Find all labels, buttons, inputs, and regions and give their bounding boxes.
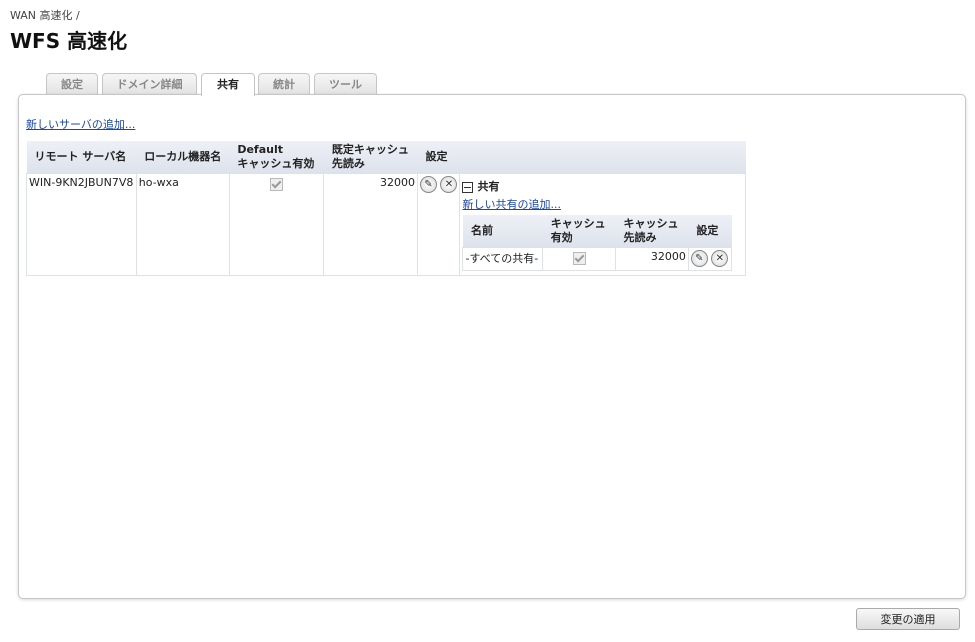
shares-table: 名前 キャッシュ 有効 キャッシュ 先読み 設定 -すべての共有- 32000 … xyxy=(462,215,733,271)
share-settings-cell: ✎ ✕ xyxy=(687,247,733,271)
col-default-cache-line1: Default xyxy=(237,143,284,156)
share-col-cache: キャッシュ 有効 xyxy=(542,215,616,248)
delete-icon[interactable]: ✕ xyxy=(711,250,729,267)
add-server-link[interactable]: 新しいサーバの追加... xyxy=(26,116,135,132)
shares-cell: 共有 新しい共有の追加... 名前 キャッシュ 有効 キャッシュ 先読み 設定 … xyxy=(459,173,746,276)
table-row: WIN-9KN2JBUN7V8 ho-wxa 32000 ✎ ✕ 共有 新しい共… xyxy=(26,173,746,276)
apply-changes-button[interactable]: 変更の適用 xyxy=(856,608,960,630)
breadcrumb: WAN 高速化 / xyxy=(10,9,80,22)
remote-server-cell: WIN-9KN2JBUN7V8 xyxy=(26,173,137,276)
col-shares xyxy=(459,141,746,174)
tab-statistics[interactable]: 統計 xyxy=(258,73,310,95)
share-col-cache-line1: キャッシュ xyxy=(550,217,606,230)
edit-icon[interactable]: ✎ xyxy=(419,176,437,193)
share-col-prefetch-line1: キャッシュ xyxy=(623,217,679,230)
share-col-cache-line2: 有効 xyxy=(550,231,573,244)
settings-cell: ✎ ✕ xyxy=(416,173,461,276)
collapse-icon[interactable] xyxy=(462,181,474,193)
share-name-cell: -すべての共有- xyxy=(462,247,544,271)
default-cache-cell xyxy=(228,173,325,276)
share-col-name: 名前 xyxy=(462,215,543,248)
col-prefetch: 既定キャッシュ 先読み xyxy=(323,141,418,174)
shares-header-row: 名前 キャッシュ 有効 キャッシュ 先読み 設定 xyxy=(462,215,732,248)
col-default-cache-line2: キャッシュ有効 xyxy=(237,157,315,170)
col-local-device: ローカル機器名 xyxy=(136,141,230,174)
share-col-prefetch: キャッシュ 先読み xyxy=(615,215,689,248)
tab-settings[interactable]: 設定 xyxy=(46,73,98,95)
share-prefetch-cell: 32000 xyxy=(615,247,689,271)
server-table: リモート サーバ名 ローカル機器名 Default キャッシュ有効 既定キャッシ… xyxy=(26,141,746,276)
add-share-link[interactable]: 新しい共有の追加... xyxy=(462,196,743,212)
col-prefetch-line1: 既定キャッシュ xyxy=(331,143,409,156)
cache-enabled-checkbox[interactable] xyxy=(270,178,284,191)
prefetch-cell: 32000 xyxy=(323,173,418,276)
table-header-row: リモート サーバ名 ローカル機器名 Default キャッシュ有効 既定キャッシ… xyxy=(26,141,746,174)
tab-tools[interactable]: ツール xyxy=(314,73,377,95)
delete-icon[interactable]: ✕ xyxy=(440,176,458,193)
content-panel: 新しいサーバの追加... リモート サーバ名 ローカル機器名 Default キ… xyxy=(18,94,966,599)
shares-title: 共有 xyxy=(477,180,500,193)
page-title: WFS 高速化 xyxy=(10,29,128,53)
shares-header: 共有 xyxy=(462,178,743,194)
share-col-prefetch-line2: 先読み xyxy=(623,231,657,244)
col-prefetch-line2: 先読み xyxy=(331,157,365,170)
col-remote-server: リモート サーバ名 xyxy=(26,141,137,174)
tab-shares[interactable]: 共有 xyxy=(201,73,255,96)
share-cache-cell xyxy=(542,247,617,271)
col-default-cache: Default キャッシュ有効 xyxy=(229,141,324,174)
share-col-settings: 設定 xyxy=(688,215,732,248)
tab-domain-details[interactable]: ドメイン詳細 xyxy=(102,73,197,95)
col-settings: 設定 xyxy=(417,141,460,174)
edit-icon[interactable]: ✎ xyxy=(690,250,708,267)
table-row: -すべての共有- 32000 ✎ ✕ xyxy=(462,247,733,271)
share-cache-checkbox[interactable] xyxy=(572,252,586,265)
local-device-cell: ho-wxa xyxy=(135,173,230,276)
